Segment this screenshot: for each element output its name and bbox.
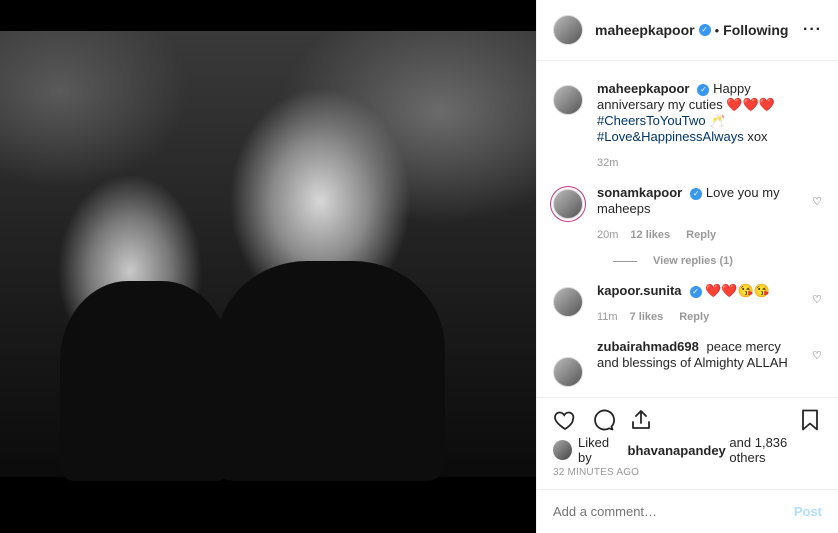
comment-text: ❤️❤️😘😘 bbox=[705, 283, 770, 298]
commenter-avatar[interactable] bbox=[553, 287, 583, 317]
comment-time[interactable]: 11m bbox=[597, 309, 618, 325]
replies-line bbox=[613, 260, 637, 262]
reply-button[interactable]: Reply bbox=[679, 309, 709, 325]
caption-tail: xox bbox=[747, 129, 768, 144]
comments-list[interactable]: maheepkapoor ✓ Happy anniversary my cutie… bbox=[537, 61, 838, 397]
like-comment-heart-icon[interactable]: ♡ bbox=[812, 293, 822, 306]
like-comment-heart-icon[interactable]: ♡ bbox=[812, 195, 822, 208]
author-avatar[interactable] bbox=[553, 15, 583, 45]
view-replies-label: View replies (1) bbox=[653, 255, 733, 267]
caption-time[interactable]: 32m bbox=[597, 155, 618, 171]
view-replies-button[interactable]: View replies (1) bbox=[613, 255, 822, 267]
likes-others[interactable]: and 1,836 others bbox=[729, 435, 822, 465]
caption: maheepkapoor ✓ Happy anniversary my cutie… bbox=[553, 81, 822, 171]
author-username[interactable]: maheepkapoor bbox=[595, 22, 695, 38]
caption-emoji: 🥂 bbox=[709, 113, 726, 128]
post-side-panel: maheepkapoor ✓ • Following ··· maheepkap… bbox=[536, 0, 838, 533]
commenter-username[interactable]: zubairahmad698 bbox=[597, 339, 699, 354]
photo-figure-left bbox=[60, 281, 230, 481]
heart-icon[interactable] bbox=[553, 408, 577, 432]
share-icon[interactable] bbox=[629, 408, 653, 432]
photo-figure-right bbox=[215, 261, 445, 481]
verified-icon: ✓ bbox=[689, 285, 702, 298]
comment-icon[interactable] bbox=[591, 408, 615, 432]
comment-likes[interactable]: 7 likes bbox=[630, 309, 664, 325]
comment-likes[interactable]: 12 likes bbox=[630, 227, 670, 243]
verified-icon: ✓ bbox=[698, 24, 711, 36]
liker-username[interactable]: bhavanapandey bbox=[628, 443, 726, 458]
post-photo[interactable] bbox=[0, 31, 536, 481]
verified-icon: ✓ bbox=[690, 187, 703, 200]
caption-username[interactable]: maheepkapoor bbox=[597, 81, 689, 96]
hashtag-link[interactable]: #Love&HappinessAlways bbox=[597, 129, 744, 144]
separator-dot: • bbox=[714, 22, 720, 38]
add-comment-bar: Post bbox=[537, 489, 838, 533]
caption-avatar[interactable] bbox=[553, 85, 583, 115]
reply-button[interactable]: Reply bbox=[686, 227, 716, 243]
liker-avatar[interactable] bbox=[553, 440, 572, 460]
verified-icon: ✓ bbox=[697, 83, 710, 96]
comment-item: kapoor.sunita ✓ ❤️❤️😘😘 11m 7 likes Reply … bbox=[553, 283, 822, 325]
likes-prefix: Liked by bbox=[577, 435, 610, 465]
comment-item: zubairahmad698 peace mercy and blessings… bbox=[553, 339, 822, 387]
likes-summary: Liked by bhavanapandey and 1,836 others bbox=[537, 435, 838, 465]
like-comment-heart-icon[interactable]: ♡ bbox=[812, 349, 822, 362]
comment-item: sonamkapoor ✓ Love you my maheeps 20m 12 … bbox=[553, 185, 822, 243]
comment-time[interactable]: 20m bbox=[597, 227, 618, 243]
commenter-avatar[interactable] bbox=[553, 357, 583, 387]
more-icon[interactable]: ··· bbox=[803, 21, 822, 39]
post-comment-button[interactable]: Post bbox=[794, 504, 822, 519]
following-button[interactable]: Following bbox=[723, 22, 788, 38]
commenter-avatar[interactable] bbox=[553, 189, 583, 219]
post-header: maheepkapoor ✓ • Following ··· bbox=[537, 0, 838, 61]
commenter-username[interactable]: sonamkapoor bbox=[597, 185, 682, 200]
bookmark-icon[interactable] bbox=[798, 408, 822, 432]
commenter-username[interactable]: kapoor.sunita bbox=[597, 283, 682, 298]
comment-input[interactable] bbox=[553, 504, 794, 519]
hashtag-link[interactable]: #CheersToYouTwo bbox=[597, 113, 706, 128]
post-photo-area bbox=[0, 0, 536, 533]
